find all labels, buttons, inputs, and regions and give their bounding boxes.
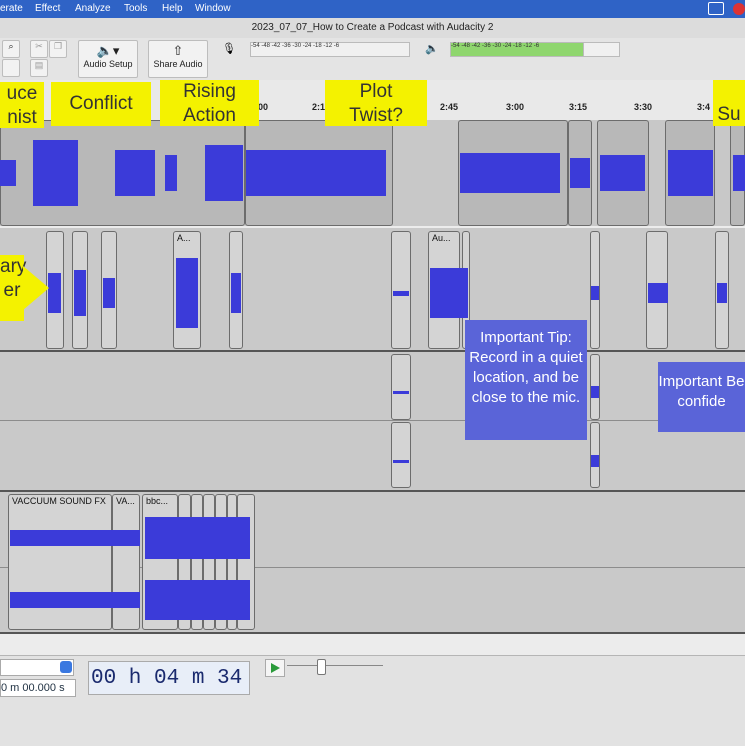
note-secondary-character: ary er bbox=[0, 255, 26, 321]
menu-bar: erate Effect Analyze Tools Help Window bbox=[0, 0, 745, 18]
chevron-down-icon bbox=[60, 661, 72, 673]
arrow-right-icon bbox=[23, 266, 49, 310]
selection-start-time[interactable]: 0 m 00.000 s bbox=[0, 679, 76, 697]
ruler-tick: 2:45 bbox=[440, 102, 459, 112]
selection-toolbar: 0 m 00.000 s 00 h 04 m 34 s bbox=[0, 655, 745, 746]
time-display[interactable]: 00 h 04 m 34 s bbox=[88, 661, 250, 695]
track-3-waveform bbox=[393, 386, 599, 467]
track-1-waveform bbox=[0, 140, 745, 206]
record-meter-scale: -54 -48 -42 -36 -30 -24 -18 -12 -6 bbox=[251, 43, 340, 49]
loop-icon[interactable] bbox=[2, 59, 20, 77]
audio-setup-label: Audio Setup bbox=[83, 59, 133, 69]
ruler-tick: 2:1 bbox=[312, 102, 326, 112]
ruler-tick: 00 bbox=[258, 102, 269, 112]
note-important-confident: Important Be confide bbox=[658, 362, 745, 432]
note-rising-action: Rising Action bbox=[160, 80, 259, 126]
meter-tail bbox=[583, 42, 620, 57]
share-audio-label: Share Audio bbox=[153, 59, 203, 69]
ruler-tick: 3:15 bbox=[569, 102, 588, 112]
toolbar: ⌕ ✂ ❐ ▤ 🔈▾ Audio Setup ⇧ Share Audio 🎙 -… bbox=[0, 38, 745, 81]
audio-track-2[interactable]: A... Au... bbox=[0, 228, 745, 350]
menu-analyze[interactable]: Analyze bbox=[75, 3, 111, 14]
share-audio-button[interactable]: ⇧ Share Audio bbox=[148, 40, 208, 78]
slider-handle[interactable] bbox=[317, 659, 326, 675]
note-plot-twist: Plot Twist? bbox=[325, 80, 427, 126]
audio-track-1[interactable] bbox=[0, 120, 745, 226]
ruler-tick: 3:4 bbox=[697, 102, 711, 112]
menu-tools[interactable]: Tools bbox=[124, 3, 147, 14]
audio-setup-button[interactable]: 🔈▾ Audio Setup bbox=[78, 40, 138, 78]
zoom-icon[interactable]: ⌕ bbox=[2, 40, 20, 58]
ruler-tick: 3:00 bbox=[506, 102, 525, 112]
speaker-icon: 🔈▾ bbox=[96, 43, 120, 58]
snap-dropdown[interactable] bbox=[0, 659, 74, 676]
microphone-icon[interactable]: 🎙 bbox=[222, 42, 236, 55]
audio-track-4[interactable]: VACCUUM SOUND FX VA... bbc... bbox=[0, 492, 745, 632]
window-title: 2023_07_07_How to Create a Podcast with … bbox=[0, 18, 745, 39]
note-summary: Su bbox=[713, 80, 745, 126]
ruler-tick: 3:30 bbox=[634, 102, 653, 112]
menu-generate[interactable]: erate bbox=[0, 3, 23, 14]
screen-icon[interactable] bbox=[708, 2, 724, 15]
copy-icon[interactable]: ❐ bbox=[49, 40, 67, 58]
record-meter[interactable]: -54 -48 -42 -36 -30 -24 -18 -12 -6 bbox=[250, 42, 410, 57]
menu-window[interactable]: Window bbox=[195, 3, 231, 14]
audio-track-3[interactable] bbox=[0, 352, 745, 490]
playback-meter-scale: -54 -48 -42 -36 -30 -24 -18 -12 -6 bbox=[451, 43, 540, 49]
track-divider bbox=[0, 632, 745, 634]
playback-meter[interactable]: -54 -48 -42 -36 -30 -24 -18 -12 -6 bbox=[450, 42, 584, 57]
share-icon: ⇧ bbox=[172, 43, 184, 58]
playback-speaker-icon[interactable]: 🔈 bbox=[425, 42, 439, 55]
note-conflict: Conflict bbox=[51, 82, 151, 126]
note-important-tip: Important Tip: Record in a quiet locatio… bbox=[465, 320, 587, 440]
playback-speed-slider[interactable] bbox=[287, 665, 383, 666]
track-4-waveform bbox=[10, 517, 250, 620]
play-at-speed-button[interactable] bbox=[265, 659, 285, 677]
paste-icon[interactable]: ▤ bbox=[30, 59, 48, 77]
app-status-icon[interactable] bbox=[733, 3, 745, 15]
track-2-waveform bbox=[48, 258, 727, 328]
note-introduce-protagonist: uce nist bbox=[0, 82, 44, 128]
cut-icon[interactable]: ✂ bbox=[30, 40, 48, 58]
menu-effect[interactable]: Effect bbox=[35, 3, 60, 14]
menu-help[interactable]: Help bbox=[162, 3, 183, 14]
